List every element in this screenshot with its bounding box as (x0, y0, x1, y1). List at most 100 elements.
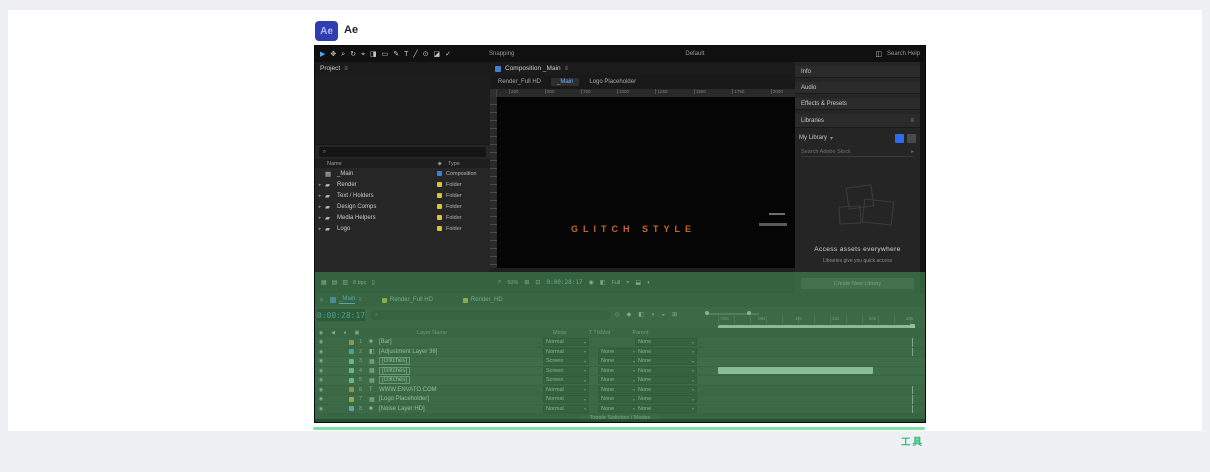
panel-menu-icon[interactable]: ≡ (344, 66, 348, 72)
eye-icon[interactable]: ◉ (315, 358, 327, 364)
grid-view-button[interactable] (895, 134, 904, 143)
zoom-tool-icon[interactable]: ⌕ (341, 51, 345, 58)
trkmat-dropdown[interactable]: None▾ (598, 395, 638, 403)
rotation-tool-icon[interactable]: ↻ (350, 51, 356, 58)
layer-row-8[interactable]: ◉ 8 ■ [Noise Layer HD] Normal▾ None▾ Non… (315, 405, 925, 415)
parent-dropdown[interactable]: None▾ (635, 405, 697, 413)
layer-row-2[interactable]: ◉ 2 ◧ [Adjustment Layer 36] Normal▾ None… (315, 348, 925, 358)
layer-name[interactable]: [Glitches] (379, 367, 410, 375)
parent-dropdown[interactable]: None▾ (635, 348, 697, 356)
snapping-toggle[interactable]: Snapping (489, 51, 514, 57)
layer-name[interactable]: [Glitches] (379, 357, 410, 365)
parent-dropdown[interactable]: None▾ (635, 395, 697, 403)
viewer-tab-main[interactable]: _Main (551, 78, 579, 86)
layer-row-7[interactable]: ◉ 7 ▦ [Logo Placeholder] Normal▾ None▾ N… (315, 395, 925, 405)
timeline-ruler[interactable]: :00s05s 10s15s 20s25s (718, 316, 915, 324)
mode-dropdown[interactable]: Normal▾ (543, 338, 589, 346)
roto-brush-tool-icon[interactable]: ◪ (434, 51, 441, 58)
hide-shy-icon[interactable]: ◧ (638, 311, 644, 318)
selection-tool-icon[interactable]: ▶ (320, 51, 325, 58)
timeline-tab-render-hd[interactable]: Render_HD (463, 297, 503, 303)
composition-panel-tab[interactable]: Composition _Main ≡ (490, 62, 795, 75)
project-item-design-comps[interactable]: ▸▰ Design Comps Folder (315, 201, 490, 212)
label-color[interactable] (437, 226, 442, 231)
zoom-in-handle[interactable] (747, 311, 751, 315)
snapshot-camera-icon[interactable]: ◉ (589, 279, 594, 286)
timeline-timecode[interactable]: 0:00:28:17 (317, 309, 365, 321)
project-item-logo[interactable]: ▸▰ Logo Folder (315, 223, 490, 234)
layer-name[interactable]: [Bar] (379, 339, 392, 345)
workspace-label[interactable]: Default (685, 51, 704, 57)
label-color[interactable] (437, 193, 442, 198)
parent-dropdown[interactable]: None▾ (635, 386, 697, 394)
clone-stamp-tool-icon[interactable]: ⊙ (423, 51, 429, 58)
layer-duration-bar[interactable] (718, 367, 873, 374)
grid-guides-icon[interactable]: ⊞ (524, 279, 529, 286)
panel-menu-icon[interactable]: ≡ (565, 66, 569, 72)
timeline-tab-main[interactable]: _Main ≡ (330, 296, 362, 304)
parent-dropdown[interactable]: None▾ (635, 338, 697, 346)
effects-presets-panel-tab[interactable]: Effects & Presets (795, 98, 920, 110)
brush-tool-icon[interactable]: ╱ (413, 51, 417, 58)
layer-label-color[interactable] (349, 359, 354, 364)
eye-icon[interactable]: ◉ (315, 368, 327, 374)
timeline-zoom-slider[interactable] (707, 313, 759, 315)
pan-behind-tool-icon[interactable]: ◨ (370, 51, 377, 58)
layer-label-color[interactable] (349, 387, 354, 392)
shape-tool-icon[interactable]: ▭ (382, 51, 389, 58)
trkmat-dropdown[interactable]: None▾ (598, 386, 638, 394)
info-panel-tab[interactable]: Info (795, 66, 920, 78)
stock-search-input[interactable]: Search Adobe Stock ▸ (801, 148, 914, 157)
project-panel-tab[interactable]: Project ≡ (315, 62, 490, 75)
eye-icon[interactable]: ◉ (315, 349, 327, 355)
pen-tool-icon[interactable]: ✎ (393, 51, 399, 58)
graph-editor-icon[interactable]: ⊞ (672, 311, 677, 318)
delete-icon[interactable]: ▯ (371, 279, 374, 286)
mode-dropdown[interactable]: Screen▾ (543, 367, 589, 375)
layer-label-color[interactable] (349, 349, 354, 354)
region-of-interest-icon[interactable]: ⬓ (635, 279, 641, 286)
panel-menu-icon[interactable]: ≡ (910, 118, 914, 124)
label-color[interactable] (437, 182, 442, 187)
layer-name[interactable]: [Logo Placeholder] (379, 396, 429, 402)
trkmat-dropdown[interactable]: None▾ (598, 405, 638, 413)
project-columns-header[interactable]: Name ◆ Type (315, 159, 490, 168)
parent-dropdown[interactable]: None▾ (635, 367, 697, 375)
zoom-level-select[interactable]: 50% (507, 280, 518, 286)
mode-dropdown[interactable]: Normal▾ (543, 395, 589, 403)
eye-icon[interactable]: ◉ (315, 339, 327, 345)
mode-dropdown[interactable]: Screen▾ (543, 376, 589, 384)
mode-dropdown[interactable]: Normal▾ (543, 405, 589, 413)
layer-name[interactable]: [Adjustment Layer 36] (379, 349, 437, 355)
trkmat-dropdown[interactable]: None▾ (598, 348, 638, 356)
panel-toggle-icon[interactable]: ◫ (875, 51, 882, 58)
zoom-out-handle[interactable] (705, 311, 709, 315)
project-item-render[interactable]: ▸▰ Render Folder (315, 179, 490, 190)
project-item-text-holders[interactable]: ▸▰ Text / Holders Folder (315, 190, 490, 201)
layer-name[interactable]: [Noise Layer HD] (379, 406, 425, 412)
search-help-field[interactable]: Search Help (887, 51, 920, 57)
layer-row-6[interactable]: ◉ 6 T WWW.ENVATO.COM Normal▾ None▾ None▾ (315, 386, 925, 396)
eye-icon[interactable]: ◉ (315, 387, 327, 393)
layer-row-5[interactable]: ◉ 5 ▦ [Glitches] Screen▾ None▾ None▾ (315, 376, 925, 386)
label-color[interactable] (437, 204, 442, 209)
eye-icon[interactable]: ◉ (315, 396, 327, 402)
viewer-tab-render-full-hd[interactable]: Render_Full HD (498, 79, 541, 85)
project-item-main[interactable]: ▦ _Main Composition (315, 168, 490, 179)
library-selector[interactable]: My Library ▾ (799, 132, 916, 144)
parent-dropdown[interactable]: None▾ (635, 357, 697, 365)
layer-label-color[interactable] (349, 397, 354, 402)
composition-flowchart-icon[interactable]: ◇ (615, 311, 620, 318)
trkmat-dropdown[interactable]: None▾ (598, 367, 638, 375)
new-folder-icon[interactable]: ▤ (332, 279, 338, 286)
layer-label-color[interactable] (349, 340, 354, 345)
trkmat-dropdown[interactable]: None▾ (598, 376, 638, 384)
layer-row-1[interactable]: ◉ 1 ■ [Bar] Normal▾ None▾ (315, 338, 925, 348)
timeline-search-input[interactable]: ⌕ (370, 310, 610, 320)
create-library-button[interactable]: Create New Library (801, 278, 914, 289)
layer-label-color[interactable] (349, 368, 354, 373)
trkmat-dropdown[interactable]: None▾ (598, 357, 638, 365)
mode-dropdown[interactable]: Normal▾ (543, 386, 589, 394)
mode-dropdown[interactable]: Normal▾ (543, 348, 589, 356)
draft-3d-icon[interactable]: ◆ (627, 311, 632, 318)
